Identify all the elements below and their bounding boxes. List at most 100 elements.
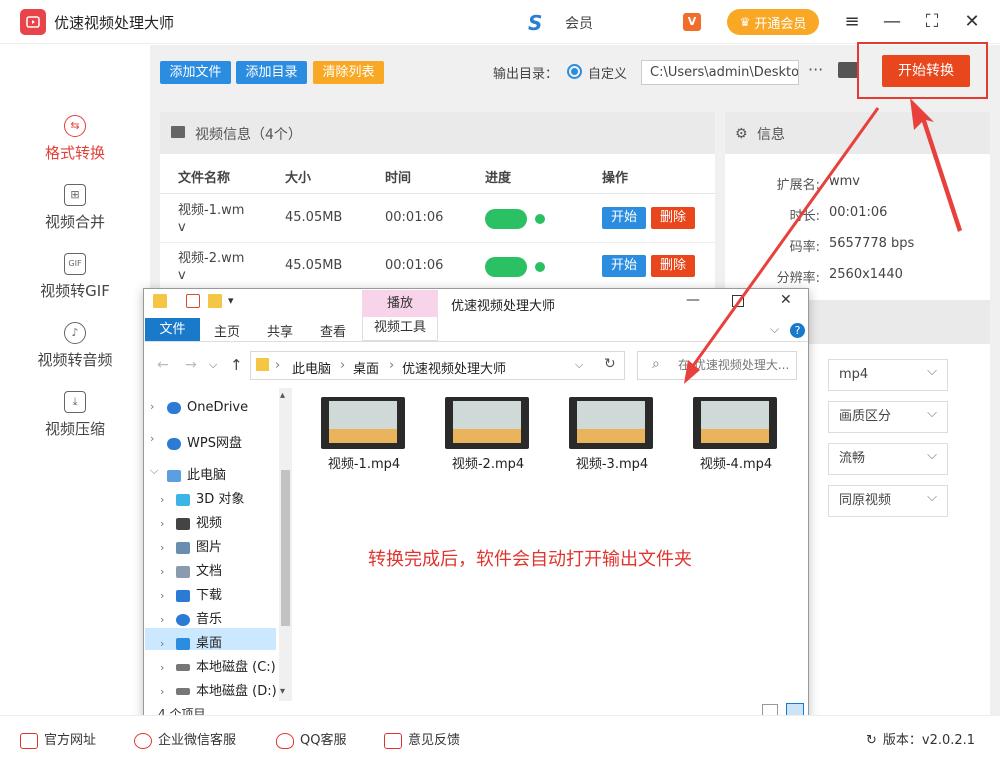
sidebar-item-gif[interactable]: GIF 视频转GIF — [0, 253, 150, 323]
sidebar-item-audio[interactable]: ♪ 视频转音频 — [0, 322, 150, 392]
tree-item-wps[interactable]: WPS网盘 — [167, 432, 242, 451]
audio-icon: ♪ — [64, 322, 86, 344]
quality-select[interactable]: 画质区分 — [828, 399, 948, 433]
tab-share[interactable]: 共享 — [267, 321, 293, 340]
search-input[interactable]: 在 优速视频处理大... — [637, 351, 797, 380]
file-name[interactable]: 视频-3.mp4 — [562, 453, 662, 472]
row-1-delete-button[interactable]: 删除 — [651, 207, 695, 229]
tree-item-videos[interactable]: 视频 — [176, 512, 222, 531]
format-select[interactable]: mp4 — [828, 357, 948, 391]
scroll-up-icon[interactable]: ▴ — [280, 390, 285, 401]
breadcrumb-folder[interactable]: 优速视频处理大师 — [402, 358, 506, 377]
customize-toolbar-icon[interactable]: ▾ — [228, 294, 234, 307]
address-dropdown-icon[interactable]: ⌵ — [575, 358, 583, 372]
start-convert-button[interactable]: 开始转换 — [882, 55, 970, 87]
app-title: 优速视频处理大师 — [54, 14, 175, 32]
menu-icon[interactable]: ≡ — [840, 10, 864, 34]
website-link[interactable]: 官方网址 — [20, 729, 96, 749]
file-name[interactable]: 视频-4.mp4 — [686, 453, 786, 472]
properties-icon[interactable] — [186, 294, 200, 308]
scroll-down-icon[interactable]: ▾ — [280, 686, 285, 697]
resolution-select[interactable]: 同原视频 — [828, 483, 948, 517]
expand-icon[interactable]: › — [150, 400, 154, 413]
file-name[interactable]: 视频-2.mp4 — [438, 453, 538, 472]
history-dropdown-icon[interactable]: ⌵ — [209, 358, 217, 372]
drive-icon — [176, 688, 190, 695]
qq-service-link[interactable]: QQ客服 — [276, 729, 346, 749]
row-2-done-icon — [535, 262, 545, 272]
file-thumbnail[interactable] — [321, 397, 405, 449]
row-1-time: 00:01:06 — [385, 210, 444, 225]
row-2-start-button[interactable]: 开始 — [602, 255, 646, 277]
row-2-delete-button[interactable]: 删除 — [651, 255, 695, 277]
explorer-minimize-icon[interactable]: — — [686, 292, 700, 308]
folder-icon[interactable] — [838, 62, 858, 78]
file-name[interactable]: 视频-1.mp4 — [314, 453, 414, 472]
version-label[interactable]: ↻ 版本：v2.0.2.1 — [866, 729, 975, 748]
up-icon[interactable]: ↑ — [230, 356, 243, 374]
sidebar-item-format-convert[interactable]: ⇆ 格式转换 — [0, 115, 150, 185]
tree-item-drive-c[interactable]: 本地磁盘 (C:) — [176, 656, 276, 675]
file-thumbnail[interactable] — [693, 397, 777, 449]
file-thumbnail[interactable] — [445, 397, 529, 449]
ribbon-expand-icon[interactable]: ⌵ — [770, 322, 779, 337]
tab-file[interactable]: 文件 — [145, 318, 200, 341]
refresh-icon[interactable]: ↻ — [604, 356, 616, 372]
breadcrumb-sep-icon: › — [340, 358, 346, 373]
forward-icon[interactable]: → — [185, 357, 197, 373]
close-icon[interactable]: ✕ — [960, 10, 984, 34]
vip-badge-icon: V — [683, 13, 701, 31]
add-directory-button[interactable]: 添加目录 — [236, 61, 307, 84]
clear-list-button[interactable]: 清除列表 — [313, 61, 384, 84]
feedback-link[interactable]: 意见反馈 — [384, 729, 460, 749]
breadcrumb-pc[interactable]: 此电脑 — [292, 358, 331, 377]
new-folder-icon[interactable] — [208, 294, 222, 308]
quick-folder-icon[interactable] — [153, 294, 167, 308]
expand-icon[interactable]: › — [150, 432, 154, 445]
speed-select[interactable]: 流畅 — [828, 441, 948, 475]
add-file-button[interactable]: 添加文件 — [160, 61, 231, 84]
maximize-icon[interactable]: ⛶ — [920, 10, 944, 34]
minimize-icon[interactable]: — — [880, 10, 904, 34]
collapse-icon[interactable]: ⌵ — [150, 464, 158, 478]
tab-video-tools[interactable]: 视频工具 — [362, 317, 438, 341]
vip-crown-icon: ♛ — [739, 15, 751, 29]
output-path-field[interactable]: C:\Users\admin\Desktop — [641, 60, 799, 85]
tree-item-documents[interactable]: 文档 — [176, 560, 222, 579]
tree-scrollbar-thumb[interactable] — [281, 470, 290, 626]
breadcrumb-desktop[interactable]: 桌面 — [353, 358, 379, 377]
custom-radio[interactable] — [567, 64, 582, 79]
custom-radio-label[interactable]: 自定义 — [588, 63, 627, 82]
tree-item-music[interactable]: 音乐 — [176, 608, 222, 627]
vip-button[interactable]: ♛ 开通会员 — [727, 9, 819, 35]
sidebar-item-merge[interactable]: ⊞ 视频合并 — [0, 184, 150, 254]
more-icon[interactable]: ··· — [808, 60, 823, 79]
row-1-start-button[interactable]: 开始 — [602, 207, 646, 229]
file-thumbnail[interactable] — [569, 397, 653, 449]
subtree-expand-icons[interactable]: › › › › › › › › › — [160, 488, 164, 704]
vip-button-label: 开通会员 — [754, 16, 807, 32]
back-icon[interactable]: ← — [157, 357, 169, 373]
tree-item-this-pc[interactable]: 此电脑 — [167, 464, 226, 483]
tree-item-pictures[interactable]: 图片 — [176, 536, 222, 555]
tree-item-3d[interactable]: 3D 对象 — [176, 488, 244, 507]
tree-item-desktop[interactable]: 桌面 — [176, 632, 222, 651]
help-icon[interactable]: ? — [790, 323, 805, 338]
tree-item-onedrive[interactable]: OneDrive — [167, 400, 248, 415]
sidebar-item-compress[interactable]: ⤓ 视频压缩 — [0, 391, 150, 461]
wechat-service-link[interactable]: 企业微信客服 — [134, 729, 236, 749]
column-header-name: 文件名称 — [178, 171, 231, 186]
tree-item-drive-d[interactable]: 本地磁盘 (D:) — [176, 680, 277, 699]
info-value-bitrate: 5657778 bps — [829, 236, 915, 251]
video-info-title: 视频信息（4个） — [195, 127, 302, 143]
info-value-resolution: 2560x1440 — [829, 267, 903, 282]
explorer-maximize-icon[interactable] — [732, 295, 744, 307]
column-header-time: 时间 — [385, 171, 412, 186]
tab-home[interactable]: 主页 — [214, 321, 240, 340]
user-name[interactable]: 会员 — [565, 13, 593, 33]
tab-play[interactable]: 播放 — [362, 290, 438, 317]
tree-item-downloads[interactable]: 下载 — [176, 584, 222, 603]
tab-view[interactable]: 查看 — [320, 321, 346, 340]
explorer-close-icon[interactable]: ✕ — [780, 292, 792, 308]
info-title: 信息 — [757, 127, 785, 143]
